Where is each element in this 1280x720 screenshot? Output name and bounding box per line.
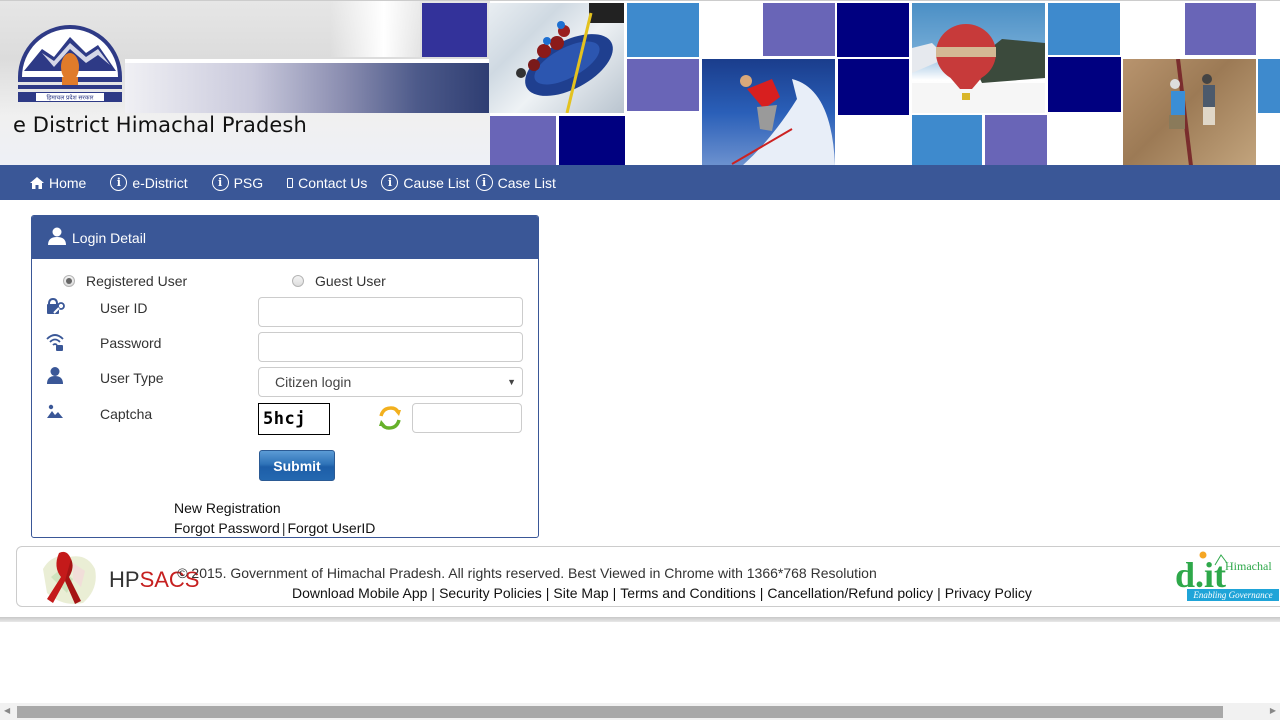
captcha-label: Captcha [100, 406, 153, 422]
copyright-text: © 2015. Government of Himachal Pradesh. … [177, 565, 877, 581]
site-title: e District Himachal Pradesh [13, 113, 307, 137]
submit-button[interactable]: Submit [259, 450, 335, 481]
footer-link-privacy-policy[interactable]: Privacy Policy [945, 585, 1032, 601]
svg-text:हिमाचल प्रदेश सरकार: हिमाचल प्रदेश सरकार [47, 94, 94, 102]
banner-tile [1048, 57, 1121, 112]
nav-case-list[interactable]: i Case List [475, 174, 556, 191]
forgot-password-link[interactable]: Forgot Password [174, 520, 280, 536]
password-label: Password [100, 335, 162, 351]
lock-key-icon [47, 297, 65, 314]
banner-tile [1185, 3, 1256, 55]
nav-home-label: Home [49, 174, 87, 191]
footer-link-cancellation-refund[interactable]: Cancellation/Refund policy [767, 585, 933, 601]
user-type-label: User Type [100, 370, 164, 386]
footer-links: Download Mobile App | Security Policies … [292, 585, 1032, 601]
login-panel: Login Detail Registered User Guest User … [31, 215, 539, 538]
scrollbar-thumb[interactable] [17, 706, 1223, 718]
footer-link-download-mobile-app[interactable]: Download Mobile App [292, 585, 427, 601]
user-id-label: User ID [100, 300, 148, 316]
nav-case-list-label: Case List [497, 174, 556, 191]
login-panel-title: Login Detail [72, 229, 146, 246]
info-icon: i [475, 174, 493, 191]
header-banner: हिमाचल प्रदेश सरकार e District Himachal … [0, 0, 1280, 165]
user-id-input[interactable] [258, 297, 523, 327]
new-registration-link[interactable]: New Registration [174, 500, 281, 516]
registered-user-option[interactable]: Registered User [63, 273, 187, 289]
link-separator: | [281, 520, 286, 536]
svg-text:Enabling Governance: Enabling Governance [1192, 590, 1272, 600]
footer-link-security-policies[interactable]: Security Policies [439, 585, 542, 601]
banner-tile [490, 116, 556, 165]
dit-himachal-logo[interactable]: d.it Himachal Enabling Governance [1175, 551, 1279, 603]
wifi-lock-icon [46, 334, 64, 351]
nav-e-district-label: e-District [132, 174, 188, 191]
banner-tile [838, 59, 909, 115]
banner-stripe [125, 63, 490, 113]
guest-user-radio[interactable] [292, 275, 304, 287]
registered-user-radio[interactable] [63, 275, 75, 287]
home-icon [30, 176, 44, 189]
info-icon: i [110, 174, 128, 191]
nav-cause-list-label: Cause List [403, 174, 470, 191]
nav-contact-us-label: Contact Us [298, 174, 368, 191]
captcha-image: 5hcj [258, 403, 330, 435]
skiing-photo [702, 59, 835, 165]
info-icon: i [211, 174, 229, 191]
nav-contact-us[interactable]: Contact Us [287, 175, 367, 191]
banner-tile [763, 3, 835, 56]
rock-climbing-photo [1123, 59, 1256, 165]
user-type-selected: Citizen login [275, 374, 352, 390]
main-nav: Home i e-District i PSG Contact Us i Cau… [0, 165, 1280, 200]
login-panel-header: Login Detail [32, 216, 538, 259]
scroll-left-arrow-icon[interactable]: ◀ [4, 706, 10, 715]
forgot-userid-link[interactable]: Forgot UserID [287, 520, 375, 536]
himachal-emblem-logo: हिमाचल प्रदेश सरकार [18, 25, 122, 102]
banner-tile [1258, 59, 1280, 113]
banner-tile [912, 115, 982, 165]
banner-tile [559, 116, 625, 165]
nav-psg-label: PSG [233, 174, 264, 191]
banner-tile [627, 3, 699, 57]
guest-user-label: Guest User [315, 273, 386, 289]
footer-link-site-map[interactable]: Site Map [553, 585, 608, 601]
registered-user-label: Registered User [86, 273, 188, 289]
banner-tile [627, 59, 699, 111]
image-icon [47, 404, 63, 418]
nav-home[interactable]: Home [30, 175, 86, 191]
banner-tile [422, 3, 487, 57]
user-icon [48, 227, 66, 248]
phone-icon [287, 177, 294, 188]
refresh-captcha-icon[interactable] [376, 404, 404, 432]
footer-link-terms-and-conditions[interactable]: Terms and Conditions [620, 585, 755, 601]
nav-cause-list[interactable]: i Cause List [381, 174, 470, 191]
person-icon [47, 367, 63, 384]
chevron-down-icon: ▼ [507, 377, 516, 387]
hot-air-balloon-photo [912, 3, 1045, 113]
scroll-right-arrow-icon[interactable]: ▶ [1270, 706, 1276, 715]
banner-tile [985, 115, 1047, 165]
rafting-photo [489, 3, 624, 113]
banner-tile [837, 3, 909, 57]
footer: HPSACS © 2015. Government of Himachal Pr… [16, 546, 1280, 607]
nav-psg[interactable]: i PSG [211, 174, 264, 191]
captcha-input[interactable] [412, 403, 522, 433]
horizontal-scrollbar[interactable]: ◀ ▶ [0, 703, 1280, 720]
nav-e-district[interactable]: i e-District [110, 174, 188, 191]
banner-tile [1048, 3, 1120, 55]
guest-user-option[interactable]: Guest User [292, 273, 386, 289]
info-icon: i [381, 174, 399, 191]
svg-text:Himachal: Himachal [1225, 559, 1272, 573]
password-input[interactable] [258, 332, 523, 362]
user-type-select[interactable]: Citizen login ▼ [258, 367, 523, 397]
